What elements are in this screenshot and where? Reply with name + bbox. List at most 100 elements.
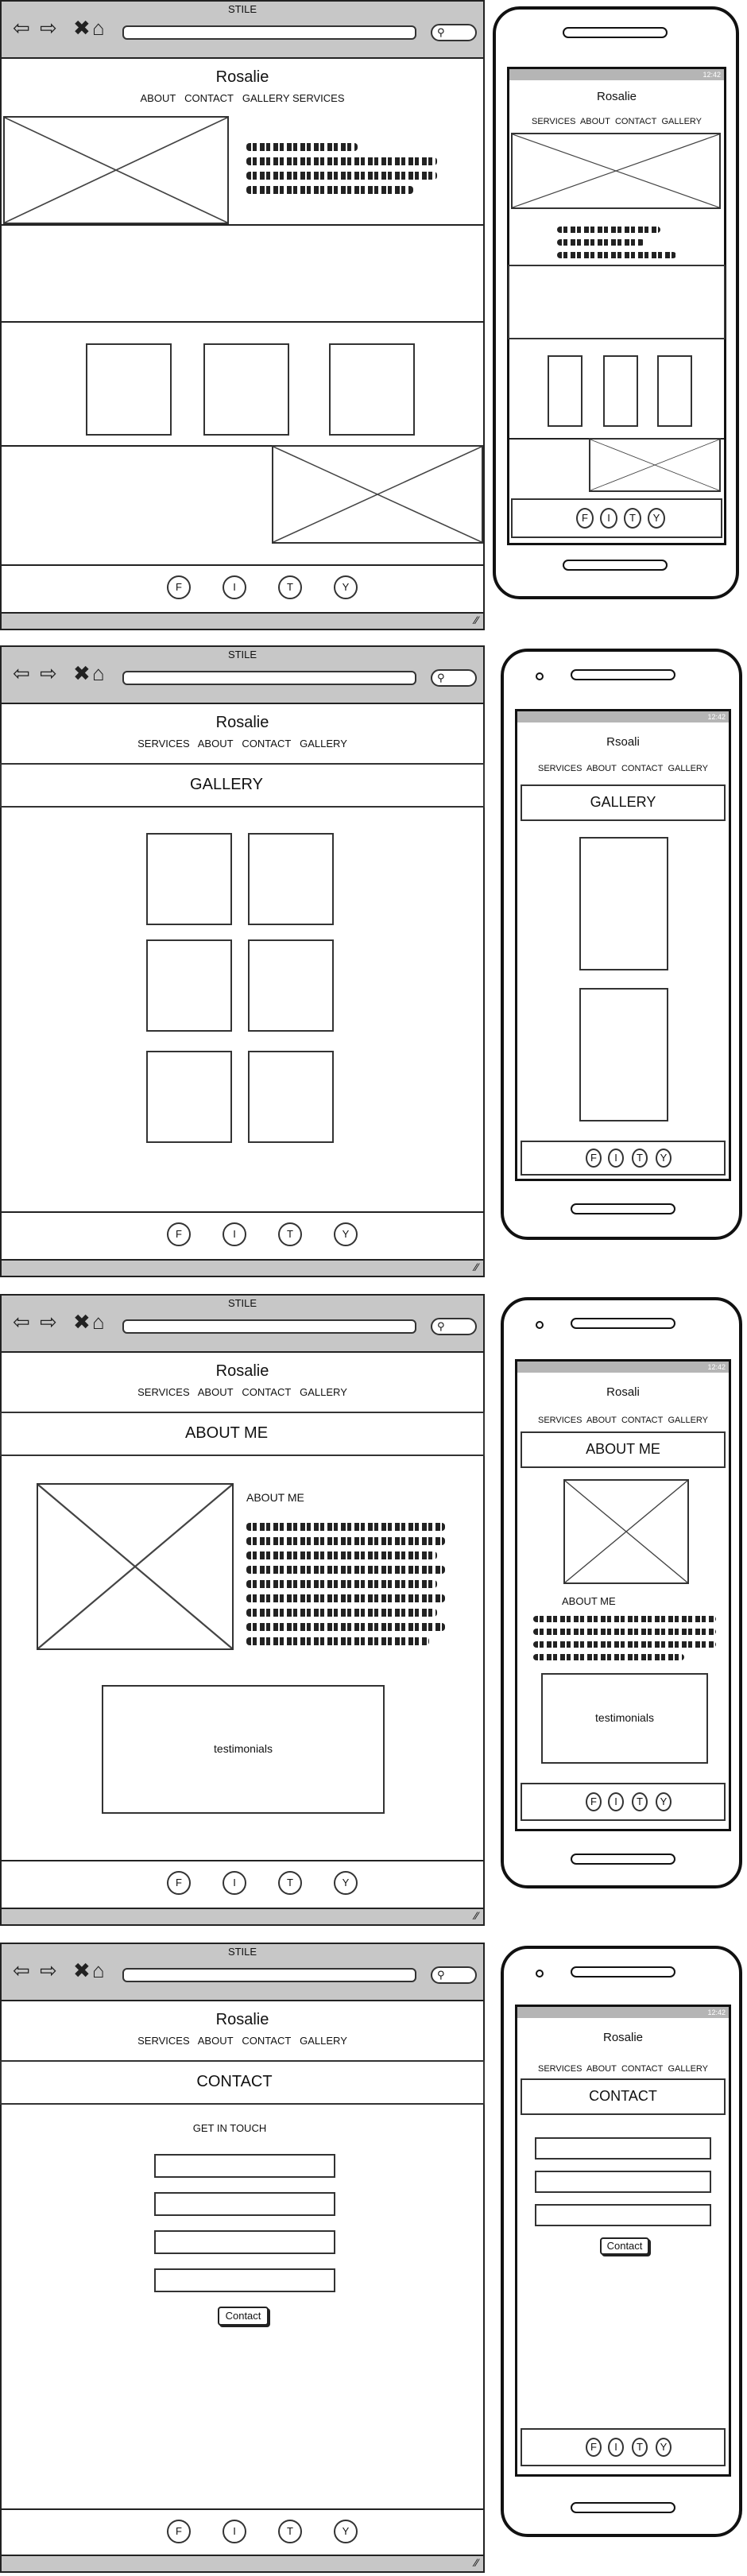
back-arrow-icon[interactable]: ⇦ bbox=[13, 663, 30, 684]
nav-contact[interactable]: CONTACT bbox=[242, 1386, 291, 1398]
facebook-icon[interactable]: F bbox=[167, 2520, 191, 2543]
nav-gallery[interactable]: GALLERY bbox=[300, 738, 347, 750]
search-icon[interactable]: ⚲ bbox=[431, 669, 477, 687]
instagram-icon[interactable]: I bbox=[223, 1222, 246, 1246]
nav-gallery[interactable]: GALLERY bbox=[300, 1386, 347, 1398]
twitter-icon[interactable]: T bbox=[632, 2438, 648, 2457]
home-icon[interactable]: ⌂ bbox=[92, 1960, 105, 1981]
home-icon[interactable]: ⌂ bbox=[92, 17, 105, 38]
nav-about[interactable]: ABOUT bbox=[198, 1386, 234, 1398]
nav-gallery[interactable]: GALLERY bbox=[242, 92, 290, 104]
nav-services[interactable]: SERVICES bbox=[137, 738, 190, 750]
nav-about[interactable]: ABOUT bbox=[586, 2064, 617, 2074]
home-icon[interactable]: ⌂ bbox=[92, 663, 105, 684]
message-input[interactable] bbox=[154, 2268, 335, 2292]
email-input[interactable] bbox=[535, 2171, 711, 2193]
email-input[interactable] bbox=[154, 2192, 335, 2216]
twitter-icon[interactable]: T bbox=[278, 2520, 302, 2543]
search-icon[interactable]: ⚲ bbox=[431, 1966, 477, 1984]
resize-grip-icon[interactable]: ⁄⁄ bbox=[474, 614, 478, 626]
back-arrow-icon[interactable]: ⇦ bbox=[13, 1311, 30, 1332]
nav-contact[interactable]: CONTACT bbox=[184, 92, 234, 104]
url-bar[interactable] bbox=[122, 25, 416, 40]
url-bar[interactable] bbox=[122, 671, 416, 685]
youtube-icon[interactable]: Y bbox=[334, 1222, 358, 1246]
instagram-icon[interactable]: I bbox=[608, 2438, 624, 2457]
facebook-icon[interactable]: F bbox=[167, 575, 191, 599]
twitter-icon[interactable]: T bbox=[624, 508, 641, 529]
forward-arrow-icon[interactable]: ⇨ bbox=[40, 17, 57, 38]
twitter-icon[interactable]: T bbox=[278, 1222, 302, 1246]
nav-about[interactable]: ABOUT bbox=[198, 2035, 234, 2047]
nav-gallery[interactable]: GALLERY bbox=[668, 2064, 708, 2074]
name-input[interactable] bbox=[154, 2154, 335, 2178]
facebook-icon[interactable]: F bbox=[586, 1149, 602, 1168]
facebook-icon[interactable]: F bbox=[167, 1871, 191, 1895]
back-arrow-icon[interactable]: ⇦ bbox=[13, 1960, 30, 1981]
facebook-icon[interactable]: F bbox=[586, 2438, 602, 2457]
url-bar[interactable] bbox=[122, 1319, 416, 1334]
subject-input[interactable] bbox=[154, 2230, 335, 2254]
forward-arrow-icon[interactable]: ⇨ bbox=[40, 663, 57, 684]
twitter-icon[interactable]: T bbox=[278, 1871, 302, 1895]
message-input[interactable] bbox=[535, 2204, 711, 2226]
search-icon[interactable]: ⚲ bbox=[431, 24, 477, 41]
nav-about[interactable]: ABOUT bbox=[580, 117, 610, 126]
nav-services[interactable]: SERVICES bbox=[137, 1386, 190, 1398]
nav-gallery[interactable]: GALLERY bbox=[661, 117, 702, 126]
nav-about[interactable]: ABOUT bbox=[140, 92, 176, 104]
nav-services[interactable]: SERVICES bbox=[292, 92, 345, 104]
nav-about[interactable]: ABOUT bbox=[586, 1416, 617, 1425]
forward-arrow-icon[interactable]: ⇨ bbox=[40, 1311, 57, 1332]
nav-about[interactable]: ABOUT bbox=[198, 738, 234, 750]
instagram-icon[interactable]: I bbox=[223, 2520, 246, 2543]
close-icon[interactable]: ✖ bbox=[73, 17, 91, 38]
instagram-icon[interactable]: I bbox=[608, 1792, 624, 1811]
youtube-icon[interactable]: Y bbox=[648, 508, 665, 529]
close-icon[interactable]: ✖ bbox=[73, 663, 91, 684]
youtube-icon[interactable]: Y bbox=[656, 2438, 672, 2457]
url-bar[interactable] bbox=[122, 1968, 416, 1982]
nav-services[interactable]: SERVICES bbox=[532, 117, 575, 126]
youtube-icon[interactable]: Y bbox=[656, 1792, 672, 1811]
youtube-icon[interactable]: Y bbox=[656, 1149, 672, 1168]
nav-services[interactable]: SERVICES bbox=[538, 2064, 582, 2074]
close-icon[interactable]: ✖ bbox=[73, 1960, 91, 1981]
resize-grip-icon[interactable]: ⁄⁄ bbox=[474, 1909, 478, 1922]
twitter-icon[interactable]: T bbox=[632, 1149, 648, 1168]
nav-gallery[interactable]: GALLERY bbox=[300, 2035, 347, 2047]
close-icon[interactable]: ✖ bbox=[73, 1311, 91, 1332]
instagram-icon[interactable]: I bbox=[600, 508, 617, 529]
name-input[interactable] bbox=[535, 2137, 711, 2160]
search-icon[interactable]: ⚲ bbox=[431, 1318, 477, 1335]
facebook-icon[interactable]: F bbox=[586, 1792, 602, 1811]
nav-about[interactable]: ABOUT bbox=[586, 764, 617, 773]
nav-contact[interactable]: CONTACT bbox=[242, 2035, 291, 2047]
instagram-icon[interactable]: I bbox=[223, 575, 246, 599]
nav-contact[interactable]: CONTACT bbox=[621, 1416, 663, 1425]
nav-contact[interactable]: CONTACT bbox=[242, 738, 291, 750]
back-arrow-icon[interactable]: ⇦ bbox=[13, 17, 30, 38]
resize-grip-icon[interactable]: ⁄⁄ bbox=[474, 2556, 478, 2569]
nav-contact[interactable]: CONTACT bbox=[615, 117, 656, 126]
contact-submit-button[interactable]: Contact bbox=[218, 2307, 269, 2326]
resize-grip-icon[interactable]: ⁄⁄ bbox=[474, 1261, 478, 1273]
facebook-icon[interactable]: F bbox=[167, 1222, 191, 1246]
instagram-icon[interactable]: I bbox=[608, 1149, 624, 1168]
home-icon[interactable]: ⌂ bbox=[92, 1311, 105, 1332]
nav-gallery[interactable]: GALLERY bbox=[668, 1416, 708, 1425]
youtube-icon[interactable]: Y bbox=[334, 1871, 358, 1895]
twitter-icon[interactable]: T bbox=[278, 575, 302, 599]
forward-arrow-icon[interactable]: ⇨ bbox=[40, 1960, 57, 1981]
facebook-icon[interactable]: F bbox=[576, 508, 594, 529]
nav-contact[interactable]: CONTACT bbox=[621, 764, 663, 773]
nav-gallery[interactable]: GALLERY bbox=[668, 764, 708, 773]
contact-submit-button[interactable]: Contact bbox=[600, 2237, 649, 2255]
instagram-icon[interactable]: I bbox=[223, 1871, 246, 1895]
nav-services[interactable]: SERVICES bbox=[137, 2035, 190, 2047]
nav-services[interactable]: SERVICES bbox=[538, 1416, 582, 1425]
youtube-icon[interactable]: Y bbox=[334, 575, 358, 599]
nav-services[interactable]: SERVICES bbox=[538, 764, 582, 773]
twitter-icon[interactable]: T bbox=[632, 1792, 648, 1811]
youtube-icon[interactable]: Y bbox=[334, 2520, 358, 2543]
